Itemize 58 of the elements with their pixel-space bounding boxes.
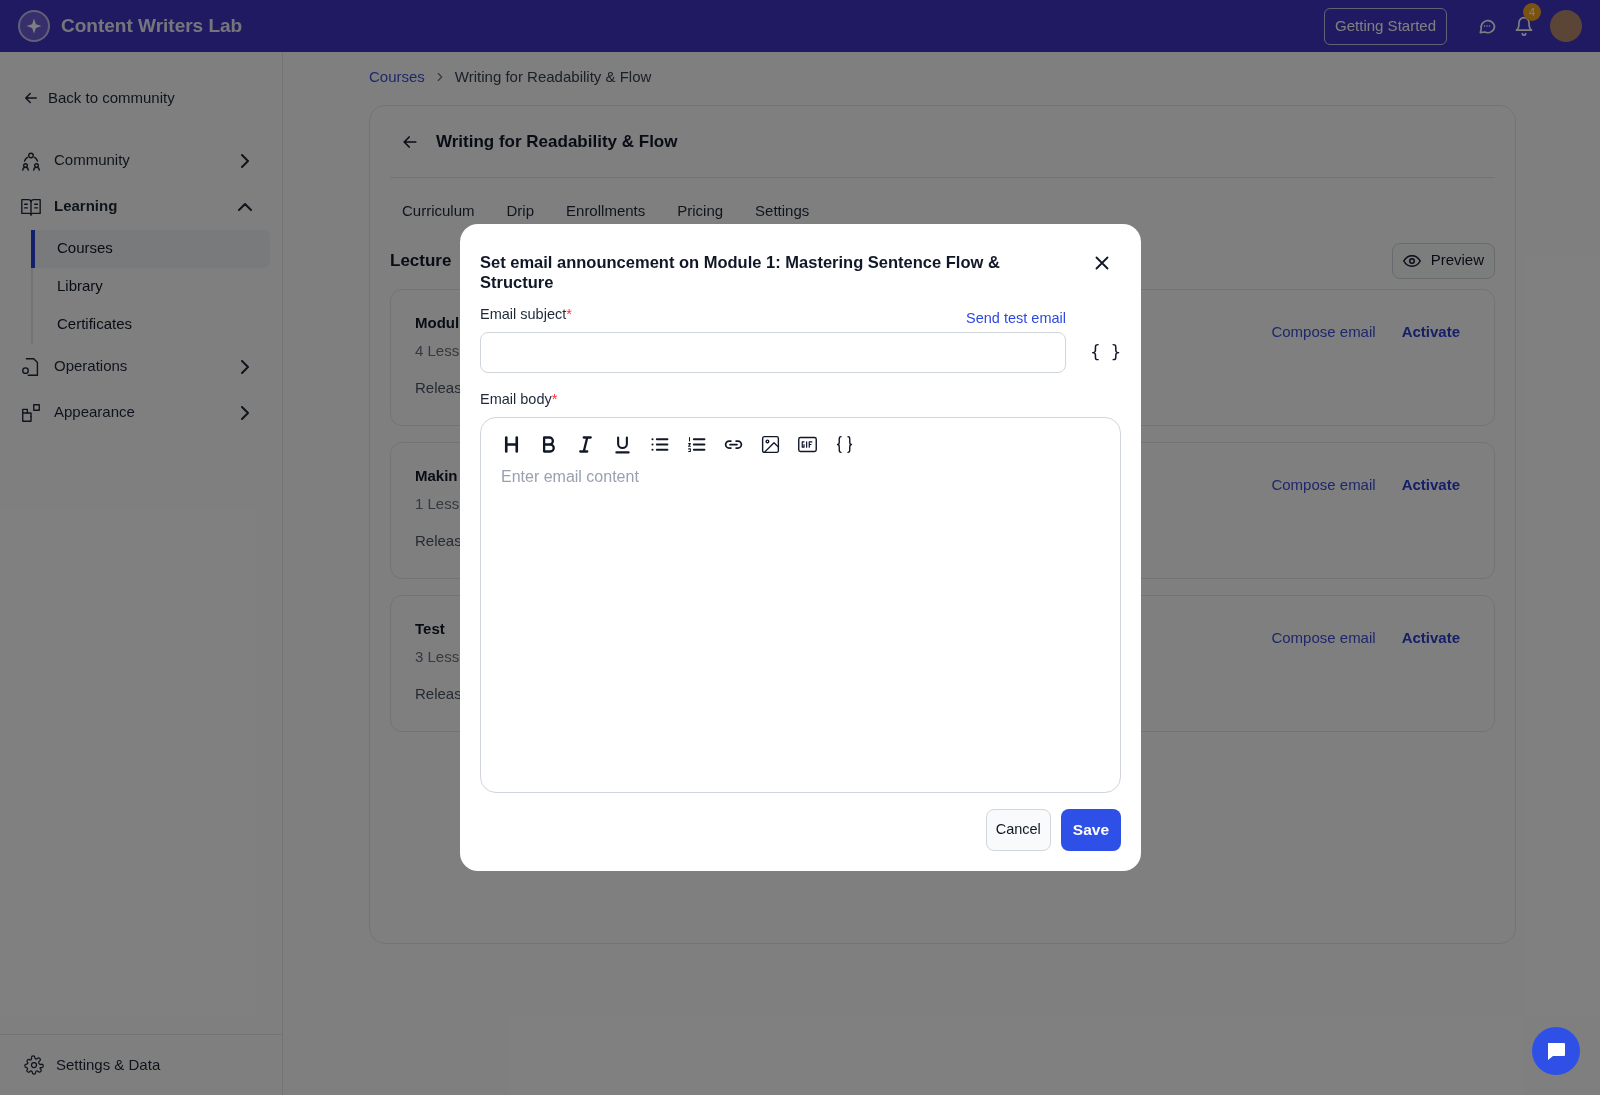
nav-subitem[interactable]: Courses [31, 229, 270, 268]
module-title: Test [415, 618, 446, 639]
nav-item[interactable]: Community [0, 137, 282, 184]
breadcrumb-current: Writing for Readability & Flow [454, 66, 652, 87]
chevron-right-icon [241, 359, 249, 374]
blocks-icon [20, 401, 42, 424]
lesson-count: 3 Less [415, 647, 461, 667]
chevron-up-icon [238, 202, 252, 211]
tab[interactable]: Pricing [677, 200, 724, 223]
release-label: Releas [415, 683, 462, 704]
field-label: Email subject* [480, 305, 572, 324]
module-title: Modul [415, 312, 461, 333]
tab[interactable]: Curriculum [402, 200, 475, 223]
nav-subitem[interactable]: Certificates [31, 305, 270, 344]
nav-item[interactable]: Operations [0, 343, 282, 390]
star-icon [25, 17, 43, 35]
release-label: Releas [415, 377, 462, 398]
body-placeholder: Enter email content [501, 466, 640, 487]
activate-link[interactable]: Activate [1401, 320, 1460, 339]
section-title: Lecture [390, 249, 452, 272]
image-icon[interactable] [760, 433, 781, 455]
tab[interactable]: Enrollments [566, 200, 646, 223]
save-button[interactable]: Save [1060, 808, 1121, 851]
settings-data-button[interactable]: Settings & Data [0, 1034, 282, 1095]
activate-link[interactable]: Activate [1401, 473, 1460, 492]
breadcrumb-link[interactable]: Courses [369, 65, 425, 89]
nav-item[interactable]: Appearance [0, 389, 282, 436]
settings-icon [24, 1055, 44, 1075]
back-link[interactable]: Back to community [22, 87, 282, 110]
field-label: Email body* [480, 390, 558, 407]
chevron-right-icon [241, 405, 249, 420]
notification-badge: 4 [1523, 3, 1541, 21]
braces-icon[interactable] [834, 433, 855, 455]
chat-button[interactable] [1532, 1027, 1580, 1075]
preview-button[interactable]: Preview [1391, 242, 1495, 279]
dialog-title: Set email announcement on Module 1: Mastering Sentence Flow & Structure [480, 252, 1001, 292]
release-label: Releas [415, 530, 462, 551]
module-title: Makin [415, 465, 459, 486]
nav-subitem[interactable]: Library [31, 267, 270, 306]
compose-email-link[interactable]: Compose email [1271, 473, 1376, 492]
course-title: Writing for Readability & Flow [436, 130, 678, 153]
subject-field[interactable] [480, 331, 1067, 373]
activate-link[interactable]: Activate [1401, 626, 1460, 645]
lesson-count: 1 Less [415, 494, 461, 514]
send-test-email-link[interactable]: Send test email [966, 308, 1066, 330]
variables-button[interactable]: { } [1090, 339, 1121, 365]
brand-name: Content Writers Lab [61, 13, 243, 38]
getting-started-button[interactable]: Getting Started [1324, 7, 1447, 45]
compose-email-link[interactable]: Compose email [1271, 626, 1376, 645]
email-body-editor[interactable]: Enter email content [480, 416, 1121, 793]
tab[interactable]: Settings [755, 200, 810, 223]
bell-icon[interactable] [1514, 16, 1534, 36]
cancel-button[interactable]: Cancel [985, 808, 1051, 851]
chevron-right-icon [241, 153, 249, 168]
nav-item[interactable]: Learning [0, 183, 282, 230]
tab[interactable]: Drip [506, 200, 535, 223]
lesson-count: 4 Less [415, 341, 461, 361]
compose-email-link[interactable]: Compose email [1271, 320, 1376, 339]
